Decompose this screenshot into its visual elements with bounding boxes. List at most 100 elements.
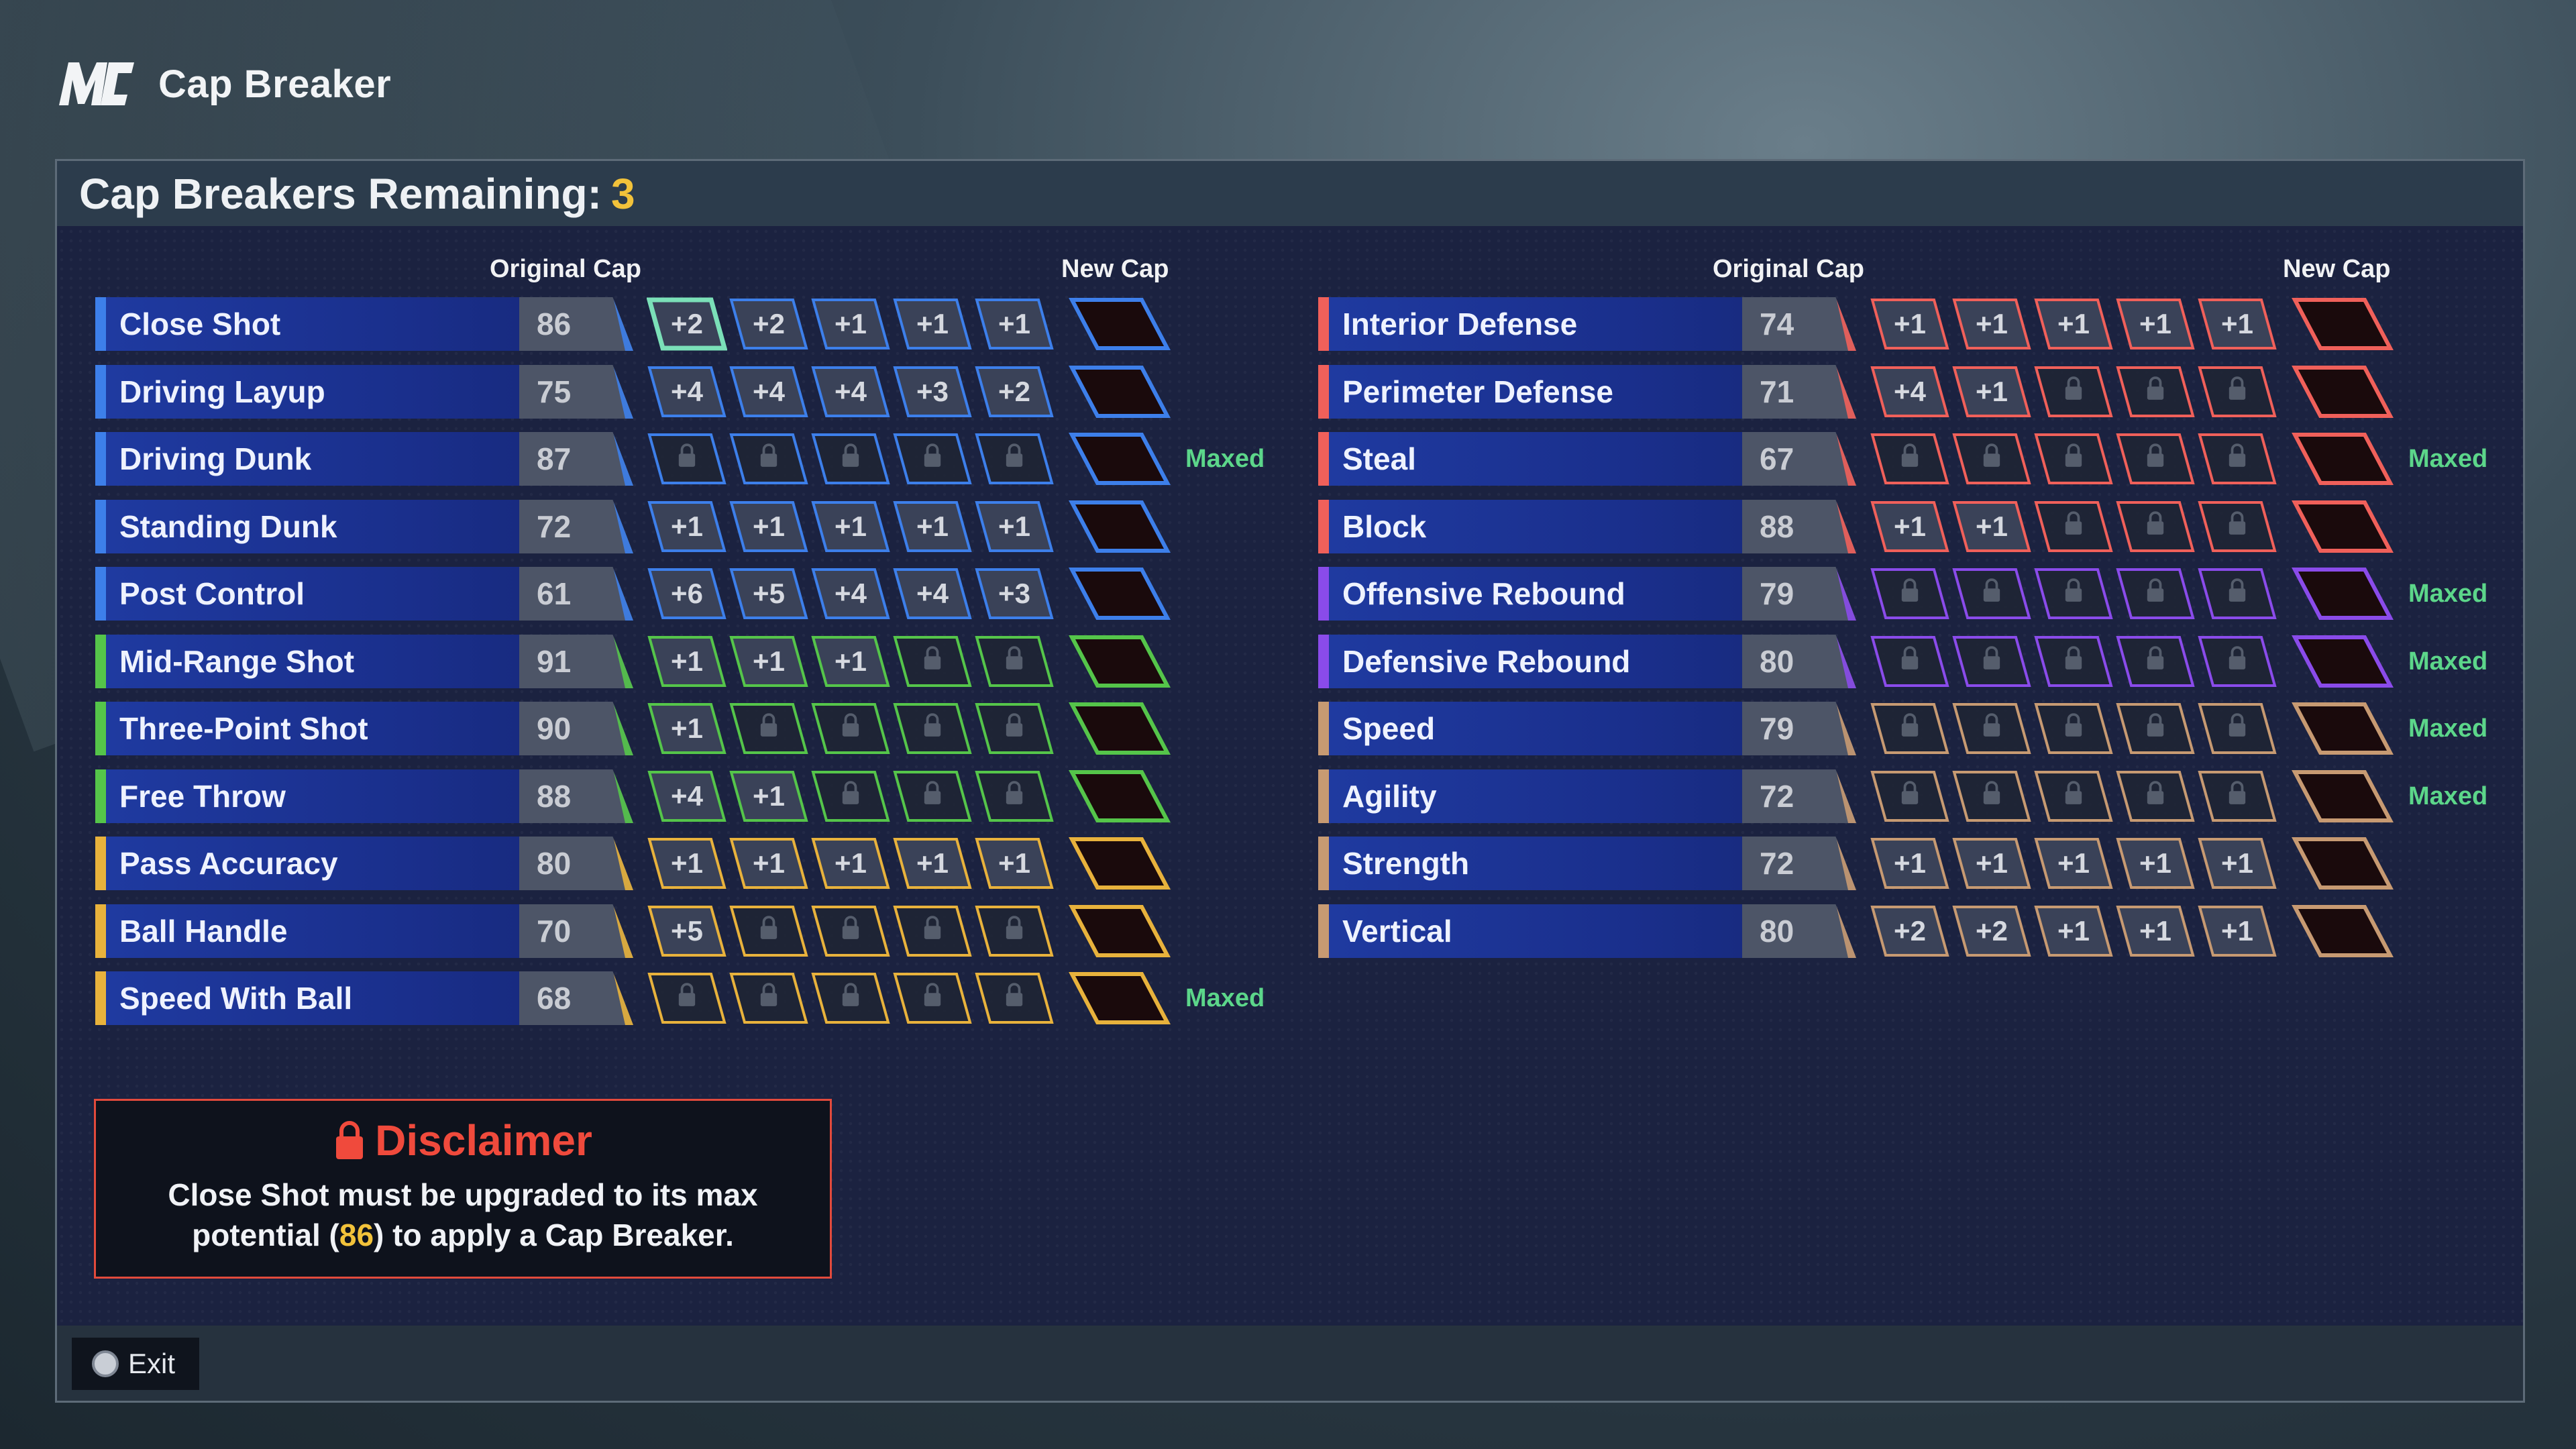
upgrade-chip[interactable]: +1 <box>647 837 727 890</box>
upgrade-chip[interactable]: +1 <box>729 837 809 890</box>
lock-icon <box>2063 645 2084 678</box>
upgrade-chip[interactable]: +4 <box>647 365 727 419</box>
upgrade-amount: +4 <box>835 376 867 407</box>
exit-button[interactable]: Exit <box>72 1338 199 1390</box>
lock-icon <box>922 712 943 745</box>
upgrade-chip[interactable]: +1 <box>729 635 809 688</box>
upgrade-chip[interactable]: +1 <box>1870 500 1950 553</box>
disclaimer-line-2-start: potential ( <box>192 1218 339 1252</box>
lock-icon <box>2145 376 2165 408</box>
original-cap-value: 80 <box>519 837 633 890</box>
upgrade-amount: +1 <box>998 847 1030 879</box>
upgrade-chip[interactable]: +1 <box>974 837 1055 890</box>
attribute-name: Three-Point Shot <box>119 711 368 746</box>
upgrade-chip[interactable]: +1 <box>1951 837 2032 890</box>
upgrade-chip[interactable]: +6 <box>647 567 727 621</box>
upgrade-amount: +1 <box>2221 915 2253 947</box>
lock-icon <box>1004 443 1024 475</box>
upgrade-chip[interactable]: +3 <box>974 567 1055 621</box>
upgrade-chips: +4 +1 <box>647 769 1055 823</box>
lock-icon <box>2063 511 2084 543</box>
upgrade-chip[interactable]: +1 <box>2197 837 2277 890</box>
upgrade-chip[interactable]: +1 <box>1870 297 1950 351</box>
upgrade-chip[interactable]: +2 <box>974 365 1055 419</box>
locked-upgrade-chip <box>974 769 1055 823</box>
locked-upgrade-chip <box>974 432 1055 486</box>
locked-upgrade-chip <box>2033 500 2114 553</box>
upgrade-chip[interactable]: +1 <box>2033 837 2114 890</box>
upgrade-amount: +4 <box>1894 376 1926 407</box>
upgrade-chip[interactable]: +1 <box>810 297 891 351</box>
upgrade-chip[interactable]: +1 <box>1951 297 2032 351</box>
upgrade-chip[interactable]: +5 <box>647 904 727 958</box>
upgrade-chip[interactable]: +1 <box>892 837 973 890</box>
lock-icon <box>922 780 943 812</box>
original-cap-value: 80 <box>1742 635 1856 688</box>
upgrade-chip[interactable]: +4 <box>810 365 891 419</box>
upgrade-chip[interactable]: +1 <box>974 500 1055 553</box>
upgrade-chip[interactable]: +1 <box>2197 904 2277 958</box>
upgrade-chip[interactable]: +4 <box>729 365 809 419</box>
upgrade-chip[interactable]: +1 <box>892 297 973 351</box>
upgrade-chip[interactable]: +1 <box>2115 904 2196 958</box>
new-cap-slot <box>2284 432 2405 486</box>
upgrade-chip[interactable]: +3 <box>892 365 973 419</box>
upgrade-chips: +2 +2 +1 +1 +1 <box>647 297 1055 351</box>
upgrade-chip[interactable]: +1 <box>1870 837 1950 890</box>
upgrade-chip[interactable]: +1 <box>974 297 1055 351</box>
locked-upgrade-chip <box>1951 567 2032 621</box>
upgrade-chip[interactable]: +2 <box>647 297 727 351</box>
upgrade-chip[interactable]: +4 <box>892 567 973 621</box>
locked-upgrade-chip <box>647 432 727 486</box>
upgrade-chip[interactable]: +2 <box>1951 904 2032 958</box>
upgrade-chip[interactable]: +1 <box>2033 904 2114 958</box>
upgrade-chip[interactable]: +1 <box>2197 297 2277 351</box>
attribute-name: Close Shot <box>119 307 281 341</box>
upgrade-chip[interactable]: +2 <box>729 297 809 351</box>
upgrade-chip[interactable]: +1 <box>729 500 809 553</box>
lock-icon <box>2063 578 2084 610</box>
maxed-label: Maxed <box>2408 782 2488 810</box>
upgrade-chip[interactable]: +1 <box>2115 297 2196 351</box>
locked-upgrade-chip <box>1951 432 2032 486</box>
exit-label: Exit <box>128 1348 176 1379</box>
upgrade-chip[interactable]: +2 <box>1870 904 1950 958</box>
upgrade-chip[interactable]: +1 <box>647 500 727 553</box>
lock-icon <box>2227 511 2247 543</box>
original-cap-value: 87 <box>519 432 633 486</box>
lock-icon <box>677 982 697 1014</box>
original-cap-value: 72 <box>1742 769 1856 823</box>
upgrade-amount: +1 <box>671 712 703 744</box>
upgrade-chip[interactable]: +1 <box>892 500 973 553</box>
upgrade-amount: +1 <box>1976 847 2008 879</box>
upgrade-chip[interactable]: +1 <box>729 769 809 823</box>
lock-icon <box>2063 443 2084 475</box>
lock-icon <box>1900 712 1920 745</box>
upgrade-amount: +1 <box>835 645 867 677</box>
upgrade-amount: +1 <box>835 511 867 542</box>
upgrade-chip[interactable]: +1 <box>1951 500 2032 553</box>
upgrade-chip[interactable]: +1 <box>810 500 891 553</box>
upgrade-amount: +1 <box>753 780 785 812</box>
upgrade-chip[interactable]: +1 <box>647 702 727 755</box>
upgrade-chip[interactable]: +4 <box>647 769 727 823</box>
new-cap-slot <box>1061 567 1182 621</box>
disclaimer-text: Close Shot must be upgraded to its max p… <box>96 1175 830 1255</box>
upgrade-chip[interactable]: +4 <box>810 567 891 621</box>
lock-icon <box>336 1121 364 1159</box>
upgrade-amount: +1 <box>753 847 785 879</box>
upgrade-chip[interactable]: +5 <box>729 567 809 621</box>
upgrade-chip[interactable]: +1 <box>2033 297 2114 351</box>
upgrade-amount: +1 <box>2139 915 2171 947</box>
upgrade-amount: +4 <box>671 780 703 812</box>
upgrade-chip[interactable]: +1 <box>1951 365 2032 419</box>
upgrade-chip[interactable]: +1 <box>810 837 891 890</box>
upgrade-chip[interactable]: +1 <box>2115 837 2196 890</box>
upgrade-amount: +5 <box>671 915 703 947</box>
lock-icon <box>759 443 779 475</box>
upgrade-chip[interactable]: +1 <box>810 635 891 688</box>
new-cap-slot <box>1061 432 1182 486</box>
upgrade-chip[interactable]: +4 <box>1870 365 1950 419</box>
upgrade-chip[interactable]: +1 <box>647 635 727 688</box>
upgrade-amount: +1 <box>1976 376 2008 407</box>
